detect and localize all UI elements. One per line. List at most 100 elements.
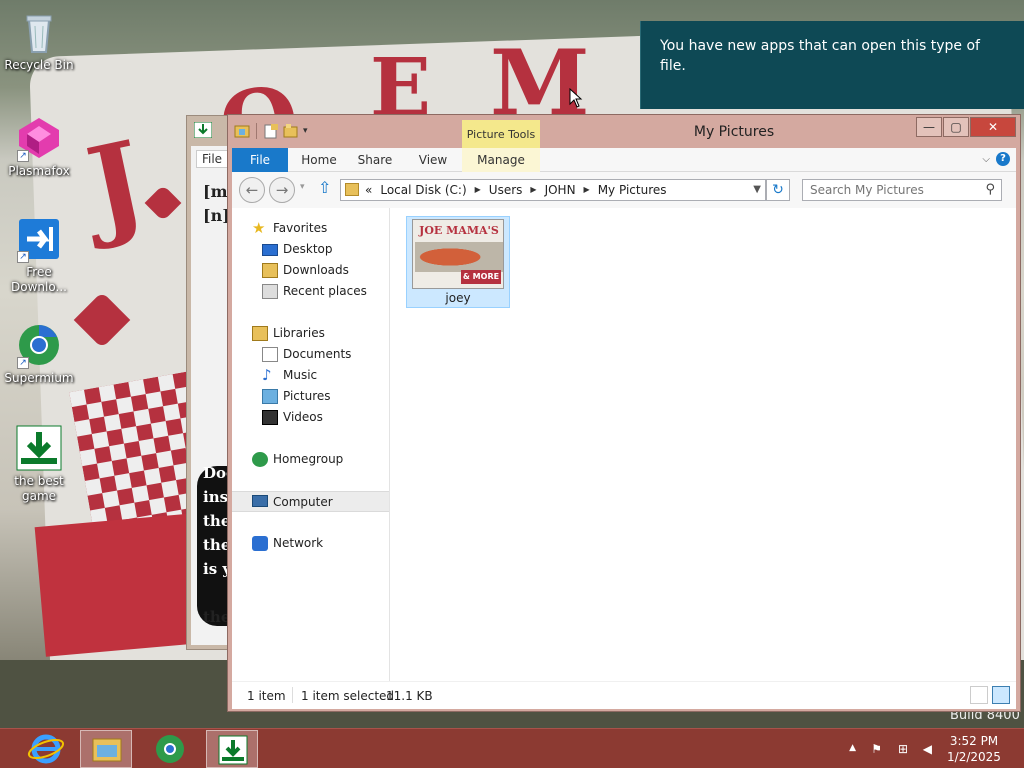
toast-notification[interactable]: You have new apps that can open this typ… <box>640 21 1024 109</box>
item-count: 1 item <box>247 689 286 703</box>
recycle-bin-icon <box>15 8 63 56</box>
nav-item-computer[interactable]: Computer <box>232 491 389 512</box>
expand-ribbon-icon[interactable]: ⌵ <box>982 154 990 165</box>
file-name: joey <box>445 291 471 305</box>
nav-item-videos[interactable]: Videos <box>232 407 389 428</box>
recent-locations-icon[interactable]: ▾ <box>300 182 305 192</box>
star-icon: ★ <box>252 219 266 237</box>
refresh-button[interactable]: ↻ <box>766 179 790 201</box>
file-item-joey[interactable]: JOE MAMA'S & MORE joey <box>406 216 510 308</box>
downloads-icon <box>262 263 278 278</box>
forward-button[interactable]: → <box>269 177 295 203</box>
nav-item-favorites[interactable]: ★ Favorites <box>232 218 389 239</box>
breadcrumb-users[interactable]: Users <box>489 180 523 200</box>
background-file-tab[interactable]: File <box>196 150 228 168</box>
help-icon[interactable]: ? <box>996 152 1010 166</box>
desktop-icon <box>262 244 278 256</box>
volume-muted-icon[interactable]: ◀ <box>923 742 932 756</box>
tab-view[interactable]: View <box>406 148 460 172</box>
selection-size: 11.1 KB <box>386 689 433 703</box>
nav-item-downloads[interactable]: Downloads <box>232 260 389 281</box>
videos-icon <box>262 410 278 425</box>
taskbar-file-explorer[interactable] <box>80 730 132 768</box>
desktop-icon-plasmafox[interactable]: ↗ Plasmafox <box>3 114 75 179</box>
desktop-icon-recycle-bin[interactable]: Recycle Bin <box>3 8 75 73</box>
free-download-icon: ↗ <box>15 215 63 263</box>
game-icon <box>218 735 248 765</box>
file-list[interactable]: JOE MAMA'S & MORE joey <box>390 208 1016 681</box>
nav-item-label: Pictures <box>283 389 331 403</box>
show-hidden-icons-icon[interactable]: ▲ <box>849 743 856 753</box>
taskbar-supermium[interactable] <box>144 730 196 768</box>
navigation-pane: ★ Favorites Desktop Downloads Recent pla… <box>232 208 390 681</box>
close-button[interactable]: ✕ <box>970 117 1016 137</box>
pictures-icon <box>262 389 278 404</box>
plasmafox-icon: ↗ <box>15 114 63 162</box>
desktop-icon-label: Recycle Bin <box>4 58 74 72</box>
search-icon[interactable]: ⚲ <box>985 182 995 197</box>
documents-icon <box>262 347 278 362</box>
taskbar-internet-explorer[interactable] <box>20 730 72 768</box>
window-controls: — ▢ ✕ <box>915 117 1016 137</box>
desktop-icon-the-best-game[interactable]: the best game <box>3 424 75 504</box>
network-icon <box>252 536 268 551</box>
taskbar-the-best-game[interactable] <box>206 730 258 768</box>
address-dropdown-icon[interactable]: ▼ <box>753 180 761 200</box>
address-bar[interactable]: « Local Disk (C:) ▶ Users ▶ JOHN ▶ My Pi… <box>340 179 766 201</box>
clock-date: 1/2/2025 <box>947 750 1001 764</box>
search-input[interactable] <box>803 180 973 200</box>
desktop-icon-supermium[interactable]: ↗ Supermium <box>3 321 75 386</box>
game-icon <box>15 424 63 472</box>
taskbar: ▲ ⚑ ⊞ ◀ 3:52 PM 1/2/2025 <box>0 728 1024 768</box>
nav-item-network[interactable]: Network <box>232 533 389 554</box>
chevron-right-icon[interactable]: ▶ <box>475 180 481 200</box>
action-center-flag-icon[interactable]: ⚑ <box>871 742 882 756</box>
chevron-right-icon[interactable]: ▶ <box>584 180 590 200</box>
nav-item-desktop[interactable]: Desktop <box>232 239 389 260</box>
nav-item-documents[interactable]: Documents <box>232 344 389 365</box>
breadcrumb-john[interactable]: JOHN <box>545 180 576 200</box>
supermium-icon: ↗ <box>15 321 63 369</box>
title-bar[interactable]: ▾ Picture Tools My Pictures — ▢ ✕ <box>228 115 1020 149</box>
shortcut-arrow-icon: ↗ <box>17 251 29 263</box>
breadcrumb-overflow[interactable]: « <box>365 180 372 200</box>
explorer-window[interactable]: ▾ Picture Tools My Pictures — ▢ ✕ File H… <box>227 114 1021 712</box>
up-arrow-icon[interactable]: ⇧ <box>318 178 331 197</box>
breadcrumb-my-pictures[interactable]: My Pictures <box>598 180 667 200</box>
chevron-right-icon[interactable]: ▶ <box>530 180 536 200</box>
status-separator <box>292 687 293 703</box>
desktop-icon-free-download[interactable]: ↗ Free Downlo... <box>3 215 75 295</box>
nav-item-label: Desktop <box>283 242 333 256</box>
nav-item-homegroup[interactable]: Homegroup <box>232 449 389 470</box>
minimize-button[interactable]: — <box>916 117 942 137</box>
network-status-icon[interactable]: ⊞ <box>898 742 908 756</box>
nav-item-label: Homegroup <box>273 452 344 466</box>
tab-share[interactable]: Share <box>348 148 402 172</box>
maximize-button[interactable]: ▢ <box>943 117 969 137</box>
nav-item-music[interactable]: ♪ Music <box>232 365 389 386</box>
breadcrumb-local-disk[interactable]: Local Disk (C:) <box>380 180 466 200</box>
clock[interactable]: 3:52 PM 1/2/2025 <box>946 733 1002 765</box>
computer-icon <box>252 495 268 507</box>
nav-item-label: Favorites <box>273 221 328 235</box>
clock-time: 3:52 PM <box>949 734 999 748</box>
folder-icon <box>345 183 359 196</box>
nav-item-recent-places[interactable]: Recent places <box>232 281 389 302</box>
back-button[interactable]: ← <box>239 177 265 203</box>
nav-item-libraries[interactable]: Libraries <box>232 323 389 344</box>
tab-manage[interactable]: Manage <box>462 148 540 172</box>
internet-explorer-icon <box>27 734 65 764</box>
nav-item-pictures[interactable]: Pictures <box>232 386 389 407</box>
status-bar: 1 item 1 item selected 11.1 KB <box>232 681 1016 709</box>
large-icons-view-button[interactable] <box>992 686 1010 704</box>
toast-message: You have new apps that can open this typ… <box>660 38 980 74</box>
ribbon-right-controls: ⌵ ? <box>982 152 1010 166</box>
view-toggle <box>970 686 1010 704</box>
desktop-icon-label: the best game <box>14 474 64 503</box>
navigation-bar: ← → ▾ ⇧ « Local Disk (C:) ▶ Users ▶ JOHN… <box>232 172 1016 208</box>
search-box[interactable]: ⚲ <box>802 179 1002 201</box>
tab-home[interactable]: Home <box>292 148 346 172</box>
nav-item-label: Documents <box>283 347 352 361</box>
tab-file[interactable]: File <box>232 148 288 172</box>
details-view-button[interactable] <box>970 686 988 704</box>
